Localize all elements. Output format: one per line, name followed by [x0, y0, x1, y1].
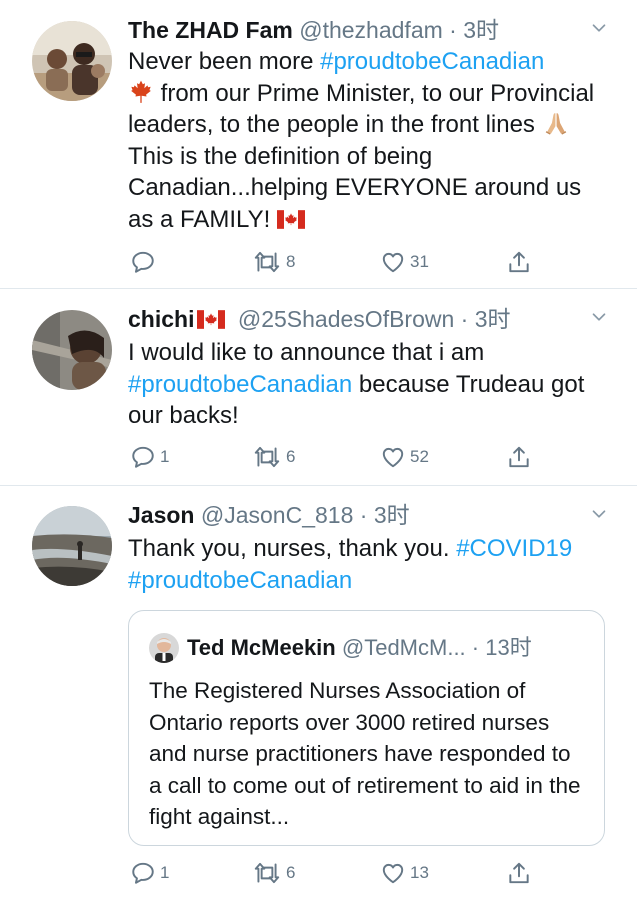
- tweet-text: Never been more #proudtobeCanadian from …: [128, 46, 608, 235]
- like-count: 13: [410, 863, 429, 882]
- chevron-down-icon[interactable]: [588, 306, 610, 328]
- tweet-jasonc818[interactable]: Jason @JasonC_818 · 3时 Thank you, nurses…: [0, 486, 637, 900]
- retweet-button[interactable]: 8: [252, 245, 295, 279]
- avatar[interactable]: [32, 21, 112, 101]
- avatar[interactable]: [32, 506, 112, 586]
- user-handle[interactable]: @JasonC_818: [201, 502, 354, 528]
- dot-separator: ·: [359, 502, 368, 528]
- retweet-button[interactable]: 6: [252, 440, 295, 474]
- tweet-25shadesofbrown[interactable]: chichi @25ShadesOfBrown · 3时 I would lik…: [0, 289, 637, 485]
- dot-separator: ·: [471, 635, 480, 660]
- canada-flag-icon: [197, 310, 225, 329]
- timestamp[interactable]: 3时: [374, 502, 410, 528]
- text-segment: Never been more: [128, 48, 321, 75]
- reply-count: 1: [160, 863, 170, 882]
- display-name[interactable]: Jason: [128, 502, 194, 528]
- hashtag-link[interactable]: #proudtobeCanadian: [128, 371, 352, 398]
- retweet-icon: [252, 249, 282, 275]
- like-count: 52: [410, 447, 429, 466]
- display-name[interactable]: chichi: [128, 306, 194, 332]
- retweet-count: 6: [286, 863, 296, 882]
- quoted-handle: @TedMcM...: [341, 635, 466, 660]
- like-count: 31: [410, 252, 429, 271]
- reply-icon: [130, 249, 156, 275]
- reply-icon: [130, 444, 156, 470]
- tweet-header: chichi @25ShadesOfBrown · 3时: [128, 304, 511, 334]
- tweet-actions: 8 31: [128, 245, 548, 279]
- like-icon: [380, 249, 406, 275]
- like-button[interactable]: 31: [380, 245, 429, 279]
- chevron-down-icon[interactable]: [588, 503, 610, 525]
- reply-button[interactable]: [130, 245, 160, 279]
- text-segment: This is the definition of being Canadian…: [128, 142, 582, 233]
- reply-button[interactable]: 1: [130, 856, 169, 890]
- quoted-text: The Registered Nurses Association of Ont…: [149, 678, 581, 829]
- like-icon: [380, 860, 406, 886]
- retweet-count: 8: [286, 252, 296, 271]
- like-icon: [380, 444, 406, 470]
- dot-separator: ·: [460, 306, 469, 332]
- share-button[interactable]: [506, 245, 532, 279]
- retweet-icon: [252, 444, 282, 470]
- retweet-icon: [252, 860, 282, 886]
- text-segment: from our Prime Minister, to our Provinci…: [128, 79, 595, 139]
- hashtag-link[interactable]: #COVID19: [456, 535, 572, 562]
- share-icon: [506, 249, 532, 275]
- retweet-button[interactable]: 6: [252, 856, 295, 890]
- quoted-avatar: [149, 633, 179, 663]
- quoted-timestamp: 13时: [485, 635, 532, 660]
- text-segment: I would like to announce that i am: [128, 339, 485, 366]
- canada-flag-icon: [277, 210, 305, 229]
- reply-button[interactable]: 1: [130, 440, 169, 474]
- user-handle[interactable]: @25ShadesOfBrown: [238, 306, 454, 332]
- text-segment: Thank you, nurses, thank you.: [128, 535, 457, 562]
- display-name[interactable]: The ZHAD Fam: [128, 17, 293, 43]
- timestamp[interactable]: 3时: [475, 306, 511, 332]
- tweet-thezhadfam[interactable]: The ZHAD Fam @thezhadfam · 3时 Never been…: [0, 0, 637, 288]
- share-icon: [506, 860, 532, 886]
- tweet-actions: 1 6 52: [128, 440, 548, 474]
- retweet-count: 6: [286, 447, 296, 466]
- tweet-header: The ZHAD Fam @thezhadfam · 3时: [128, 15, 499, 45]
- tweet-header: Jason @JasonC_818 · 3时: [128, 500, 410, 530]
- hashtag-link[interactable]: #proudtobeCanadian: [128, 567, 352, 594]
- reply-count: 1: [160, 447, 170, 466]
- quoted-tweet[interactable]: Ted McMeekin @TedMcM... · 13时 The Regist…: [128, 610, 605, 846]
- avatar[interactable]: [32, 310, 112, 390]
- dot-separator: ·: [449, 17, 457, 43]
- reply-icon: [130, 860, 156, 886]
- tweet-text: Thank you, nurses, thank you. #COVID19 #…: [128, 533, 608, 596]
- share-button[interactable]: [506, 440, 532, 474]
- timestamp[interactable]: 3时: [463, 17, 499, 43]
- chevron-down-icon[interactable]: [588, 17, 610, 39]
- like-button[interactable]: 52: [380, 440, 429, 474]
- user-handle[interactable]: @thezhadfam: [299, 17, 443, 43]
- quoted-header: Ted McMeekin @TedMcM... · 13时: [187, 633, 532, 663]
- share-button[interactable]: [506, 856, 532, 890]
- tweet-text: I would like to announce that i am #prou…: [128, 337, 608, 432]
- tweet-actions: 1 6 13: [128, 856, 548, 890]
- share-icon: [506, 444, 532, 470]
- hashtag-link[interactable]: #proudtobeCanadian: [320, 48, 544, 75]
- like-button[interactable]: 13: [380, 856, 429, 890]
- quoted-display-name: Ted McMeekin: [187, 635, 336, 660]
- maple-leaf-icon: [128, 79, 154, 105]
- praying-hands-icon: [542, 109, 570, 137]
